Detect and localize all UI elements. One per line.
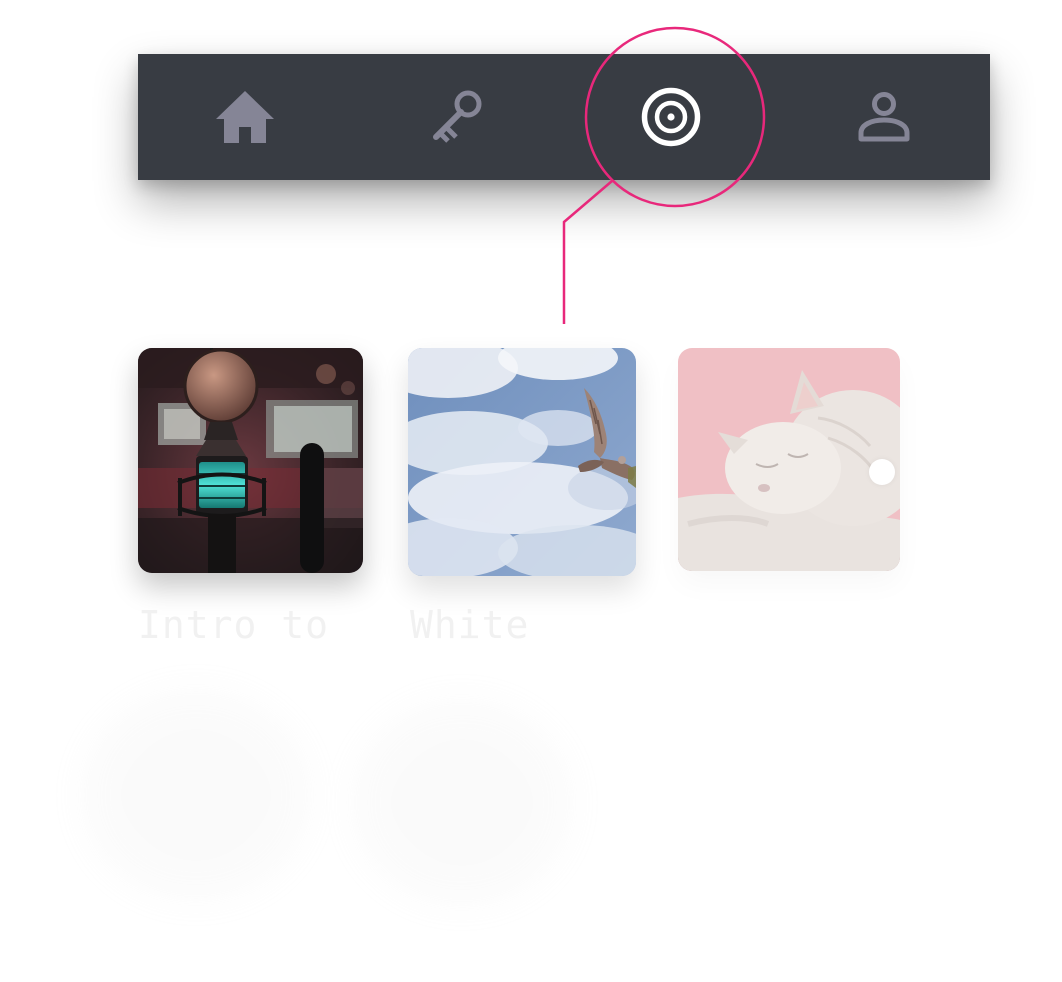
- hawk-in-sky-photo: [408, 348, 636, 576]
- placeholder-shape: [82, 690, 310, 900]
- content-card-microphone[interactable]: [138, 348, 363, 573]
- carousel-dot[interactable]: [918, 461, 940, 483]
- home-icon: [215, 91, 274, 143]
- placeholder-shape: [352, 700, 572, 905]
- studio-microphone-photo: [138, 348, 363, 573]
- nav-item-home[interactable]: [138, 54, 351, 180]
- nav-item-profile[interactable]: [777, 54, 990, 180]
- card-title-2: White: [410, 603, 530, 647]
- nav-item-discover[interactable]: [564, 54, 777, 180]
- profile-icon: [858, 92, 909, 142]
- nav-item-key[interactable]: [351, 54, 564, 180]
- content-card-sky[interactable]: [408, 348, 636, 576]
- sleeping-cat-photo: [678, 348, 900, 571]
- card-title-1: Intro to: [138, 603, 330, 647]
- carousel-dot-active[interactable]: [869, 459, 895, 485]
- navigation-bar: [138, 54, 990, 180]
- content-card-cat[interactable]: [678, 348, 900, 571]
- leader-line: [562, 180, 613, 324]
- app-screen: Intro to White: [0, 0, 1062, 982]
- discover-target-icon: [641, 87, 700, 147]
- key-icon: [432, 90, 481, 143]
